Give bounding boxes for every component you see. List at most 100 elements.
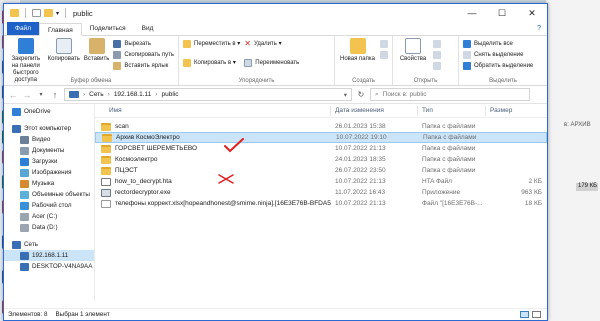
- sidebar-item[interactable]: DESKTOP-V4NA9AA: [4, 261, 94, 272]
- new-item-icon: [380, 39, 388, 48]
- file-date: 11.07.2022 16:43: [335, 189, 386, 196]
- search-input[interactable]: ⌕ Поиск в: public: [370, 88, 530, 101]
- breadcrumb-current[interactable]: public: [161, 91, 178, 98]
- up-button[interactable]: ↑: [50, 90, 60, 100]
- open-group-title: Открыть: [413, 78, 438, 84]
- sidebar-item[interactable]: Музыка: [4, 178, 94, 189]
- tab-file[interactable]: Файл: [7, 22, 39, 35]
- history-button[interactable]: [433, 61, 441, 70]
- file-date: 10.07.2022 21:13: [335, 178, 386, 185]
- cut-button[interactable]: Вырезать: [113, 39, 174, 48]
- sidebar-item[interactable]: Сеть: [4, 239, 94, 250]
- file-row[interactable]: Космоэлектро 24.01.2023 18:35 Папка с файл…: [95, 154, 547, 165]
- new-folder-icon[interactable]: [44, 9, 53, 17]
- exe-icon: [101, 188, 111, 197]
- sidebar-item-label: Документы: [32, 147, 65, 154]
- sidebar-item[interactable]: OneDrive: [4, 106, 94, 117]
- new-item-button[interactable]: [380, 39, 388, 48]
- sidebar-item[interactable]: Изображения: [4, 167, 94, 178]
- sidebar-item-icon: [20, 212, 29, 221]
- file-type: Приложение: [422, 189, 461, 196]
- sidebar-item[interactable]: Документы: [4, 145, 94, 156]
- select-none-icon: [463, 50, 471, 59]
- large-icons-view-icon[interactable]: [532, 311, 541, 318]
- copy-to-button[interactable]: Копировать в ▾: [183, 58, 240, 67]
- new-group: Новая папка Создать: [335, 36, 393, 85]
- file-row[interactable]: телефоны коррект.xlsx[hopeandhonest@smim…: [95, 198, 547, 209]
- ribbon: Закрепить на панели быстрого доступа Коп…: [4, 36, 547, 86]
- file-row[interactable]: how_to_decrypt.hta 10.07.2022 21:13 HTA Фа…: [95, 176, 547, 187]
- invert-selection-button[interactable]: Обратить выделение: [463, 61, 533, 70]
- address-bar[interactable]: › Сеть › 192.168.1.11 › public ▾: [64, 88, 352, 101]
- sidebar-item[interactable]: Acer (C:): [4, 211, 94, 222]
- edit-button[interactable]: [433, 50, 441, 59]
- open-button[interactable]: [433, 39, 441, 48]
- file-type: Папка с файлами: [422, 156, 476, 163]
- address-dropdown-icon[interactable]: ▾: [344, 91, 347, 99]
- search-icon: ⌕: [375, 90, 379, 98]
- file-type: Папка с файлами: [422, 123, 476, 130]
- chevron-down-icon[interactable]: ▾: [56, 10, 59, 17]
- rename-button[interactable]: Переименовать: [244, 58, 299, 67]
- breadcrumb-host[interactable]: 192.168.1.11: [114, 91, 151, 98]
- sidebar-item-label: Загрузки: [32, 158, 58, 165]
- select-all-button[interactable]: Выделить все: [463, 39, 533, 48]
- sidebar-item-label: Изображения: [32, 169, 72, 176]
- file-row[interactable]: Архив КосмоЭлектро 10.07.2022 19:10 Папка …: [95, 132, 547, 143]
- select-none-button[interactable]: Снять выделение: [463, 50, 533, 59]
- background-size-value: 179 КБ: [576, 183, 598, 191]
- column-name[interactable]: Имя: [95, 105, 331, 116]
- shortcut-icon: [113, 61, 122, 70]
- file-row[interactable]: scan 26.01.2023 15:38 Папка с файлами: [95, 121, 547, 132]
- file-date: 26.01.2023 15:38: [335, 123, 386, 130]
- sidebar-item[interactable]: Рабочий стол: [4, 200, 94, 211]
- sidebar-item[interactable]: Видео: [4, 134, 94, 145]
- column-size[interactable]: Размер: [486, 106, 544, 116]
- file-size: 2 КБ: [528, 178, 542, 185]
- explorer-window: ▾ public — ☐ ✕ Файл Главная Поделиться В…: [3, 3, 548, 321]
- sidebar-item-label: OneDrive: [24, 108, 51, 115]
- column-type[interactable]: Тип: [418, 105, 486, 116]
- refresh-button[interactable]: ↻: [356, 90, 366, 99]
- history-icon: [433, 61, 441, 70]
- select-none-label: Снять выделение: [474, 51, 524, 58]
- file-row[interactable]: ПЦЭСТ 26.07.2022 23:50 Папка с файлами: [95, 165, 547, 176]
- folder-icon: [101, 166, 111, 175]
- ribbon-tabs: Файл Главная Поделиться Вид ?: [4, 22, 547, 36]
- properties-icon[interactable]: [32, 9, 41, 17]
- minimize-button[interactable]: —: [457, 4, 487, 22]
- copy-icon: [55, 38, 72, 54]
- move-to-button[interactable]: Переместить в ▾: [183, 39, 240, 48]
- tab-view[interactable]: Вид: [134, 22, 162, 35]
- help-icon[interactable]: ?: [537, 22, 547, 35]
- sidebar-item[interactable]: 192.168.1.11: [4, 250, 94, 261]
- paste-shortcut-button[interactable]: Вставить ярлык: [113, 61, 174, 70]
- sidebar-item-label: Видео: [32, 136, 51, 143]
- close-button[interactable]: ✕: [517, 4, 547, 22]
- back-button[interactable]: ←: [8, 90, 18, 100]
- tab-share[interactable]: Поделиться: [82, 22, 134, 35]
- breadcrumb-network[interactable]: Сеть: [89, 91, 103, 98]
- maximize-button[interactable]: ☐: [487, 4, 517, 22]
- folder-icon: [102, 133, 112, 142]
- forward-button[interactable]: →: [22, 90, 32, 100]
- sidebar-item[interactable]: Объемные объекты: [4, 189, 94, 200]
- sidebar-item[interactable]: Этот компьютер: [4, 123, 94, 134]
- sidebar-item-icon: [20, 146, 29, 155]
- file-name-cell: Космоэлектро: [95, 155, 331, 164]
- sidebar-item[interactable]: Data (D:): [4, 222, 94, 233]
- recent-locations-button[interactable]: ▾: [36, 91, 46, 98]
- file-row[interactable]: ГОРСВЕТ ШЕРЕМЕТЬЕВО 10.07.2022 21:13 Папка…: [95, 143, 547, 154]
- file-name-cell: Архив КосмоЭлектро: [96, 133, 332, 142]
- explorer-icon: [10, 9, 19, 17]
- copy-path-button[interactable]: Скопировать путь: [113, 50, 174, 59]
- delete-button[interactable]: ✕ Удалить ▾: [244, 39, 299, 48]
- item-count: Элементов: 8: [8, 311, 48, 318]
- sidebar-item[interactable]: Загрузки: [4, 156, 94, 167]
- file-type: Папка с файлами: [422, 145, 476, 152]
- easy-access-button[interactable]: [380, 50, 388, 59]
- tab-home[interactable]: Главная: [38, 23, 82, 36]
- file-row[interactable]: rectordecryptor.exe 11.07.2022 16:43 Прило…: [95, 187, 547, 198]
- details-view-icon[interactable]: [520, 311, 529, 318]
- column-date[interactable]: Дата изменения: [331, 105, 418, 116]
